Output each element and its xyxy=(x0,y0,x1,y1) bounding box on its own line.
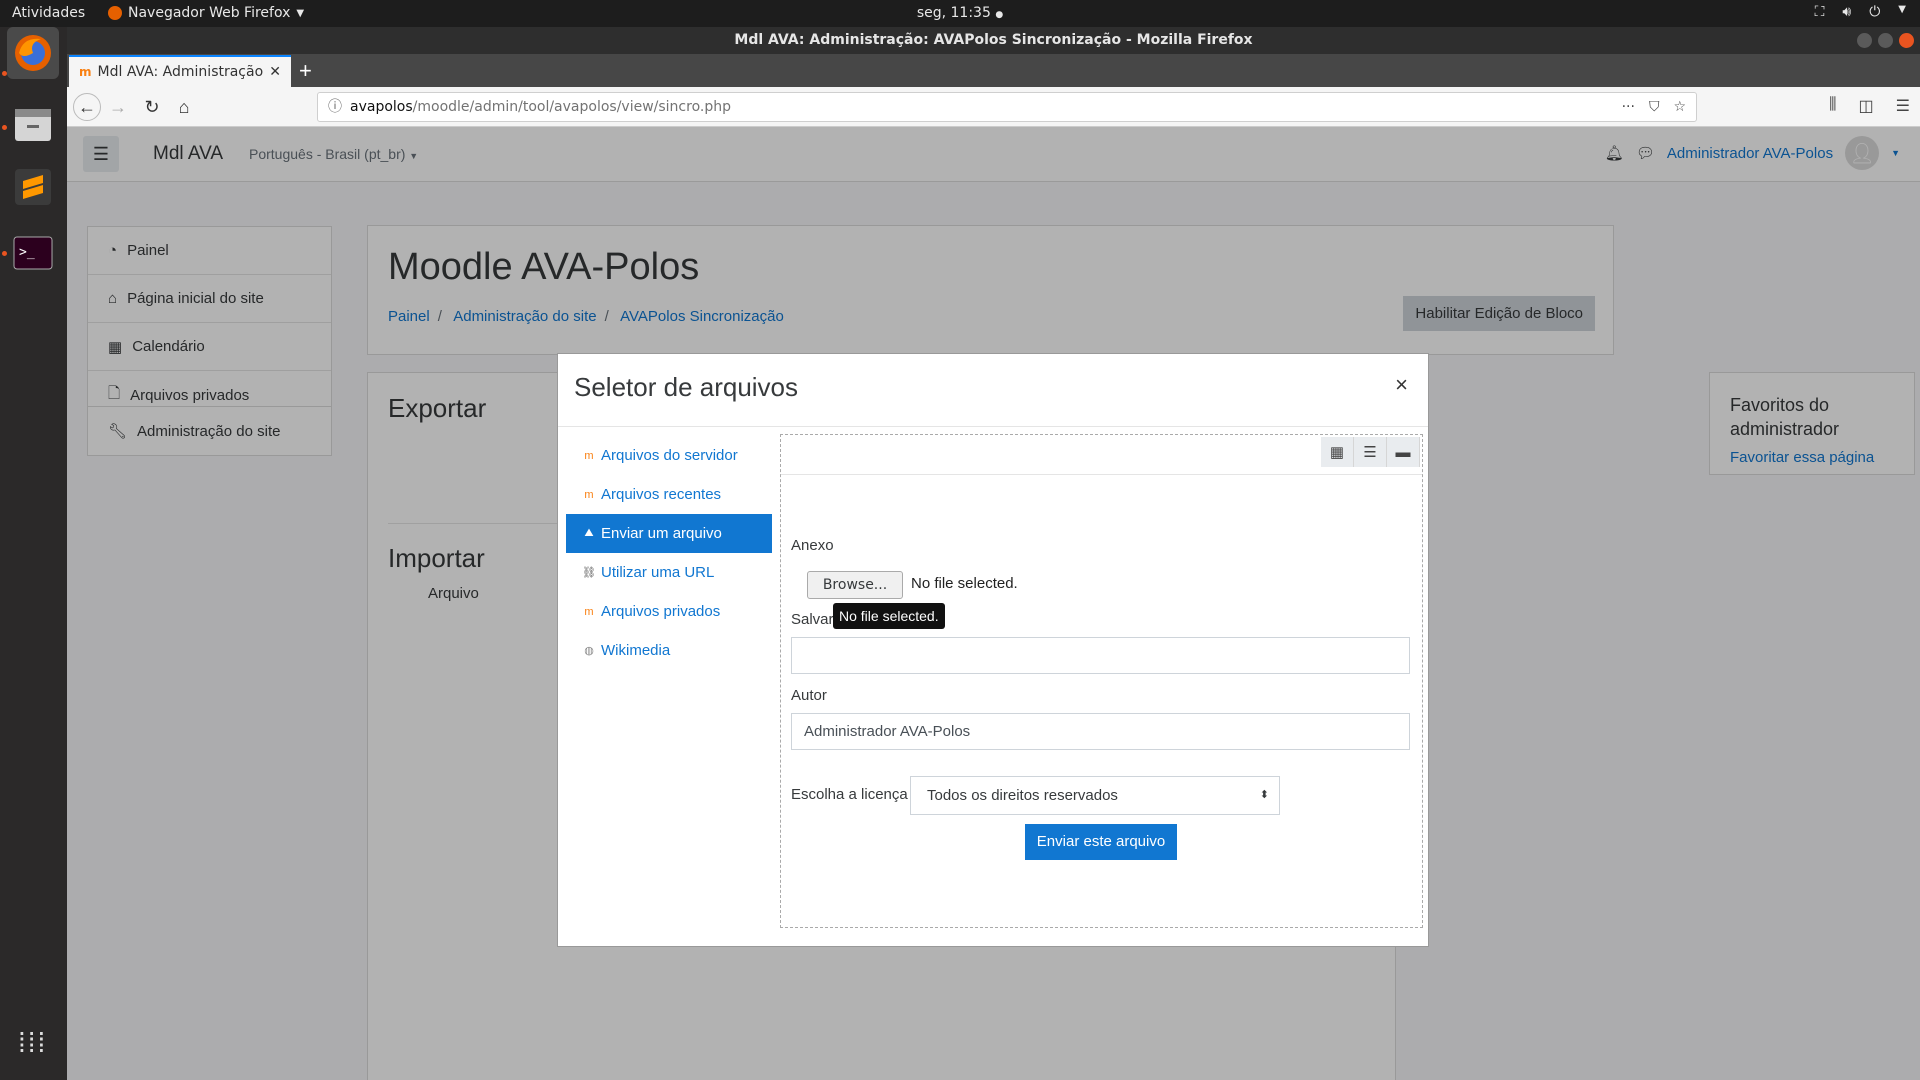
clock[interactable]: seg, 11:35 ● xyxy=(917,5,1003,21)
wikimedia-icon: ◍ xyxy=(584,645,594,657)
repo-upload-file[interactable]: ⛰ Enviar um arquivo xyxy=(566,514,772,553)
bookmark-star-icon[interactable]: ☆ xyxy=(1673,93,1686,121)
file-picker-content: ▦ ☰ ▬ Anexo Browse... No file selected. … xyxy=(780,434,1423,928)
repo-private-files[interactable]: m Arquivos privados xyxy=(566,592,772,631)
window-controls xyxy=(1857,33,1914,48)
moodle-icon: m xyxy=(584,449,594,462)
moodle-icon: m xyxy=(584,488,594,501)
browse-button[interactable]: Browse... xyxy=(807,571,903,599)
activities-button[interactable]: Atividades xyxy=(12,5,85,21)
repo-label: Utilizar uma URL xyxy=(601,564,715,581)
reload-button[interactable]: ↻ xyxy=(139,94,165,120)
folder-view-icon[interactable]: ▬ xyxy=(1387,437,1420,467)
moodle-icon: m xyxy=(584,605,594,618)
library-icon[interactable]: ⫼ xyxy=(1829,96,1836,116)
divider xyxy=(558,426,1428,427)
forward-button[interactable]: → xyxy=(105,94,131,120)
author-input[interactable]: Administrador AVA-Polos xyxy=(791,713,1410,750)
url-actions: ··· ⛉ ☆ xyxy=(1622,93,1686,121)
url-bar[interactable]: ⓘ avapolos/moodle/admin/tool/avapolos/vi… xyxy=(317,92,1697,122)
svg-text:>_: >_ xyxy=(19,245,35,260)
dock: >_ ⁞⁞⁞ xyxy=(0,27,67,1080)
dock-sublime[interactable] xyxy=(7,161,59,213)
dock-terminal[interactable]: >_ xyxy=(7,227,59,279)
pocket-icon[interactable]: ⛉ xyxy=(1649,93,1660,121)
url-icon: ⛓ xyxy=(582,567,596,579)
file-picker-dialog: Seletor de arquivos × m Arquivos do servi… xyxy=(557,353,1429,947)
grid-view-icon[interactable]: ▦ xyxy=(1321,437,1354,467)
app-menu-label: Navegador Web Firefox xyxy=(128,5,291,21)
close-window-icon[interactable] xyxy=(1899,33,1914,48)
chevron-down-icon: ▼ xyxy=(296,7,305,19)
list-view-icon[interactable]: ☰ xyxy=(1354,437,1387,467)
close-tab-icon[interactable]: ✕ xyxy=(269,64,281,80)
system-top-bar: Atividades Navegador Web Firefox ▼ seg, … xyxy=(0,0,1920,27)
firefox-window: Mdl AVA: Administração: AVAPolos Sincron… xyxy=(67,27,1920,1080)
repo-url[interactable]: ⛓ Utilizar uma URL xyxy=(566,553,772,592)
author-label: Autor xyxy=(791,687,827,704)
network-icon[interactable]: ⛶ xyxy=(1815,4,1825,20)
dock-files[interactable] xyxy=(7,99,59,151)
back-button[interactable]: ← xyxy=(73,93,101,121)
no-file-text: No file selected. xyxy=(911,575,1018,592)
window-titlebar: Mdl AVA: Administração: AVAPolos Sincron… xyxy=(67,27,1920,54)
dialog-title: Seletor de arquivos xyxy=(574,372,799,402)
clock-label: seg, 11:35 xyxy=(916,5,991,21)
toolbar-right: ⫼ ◫ ☰ xyxy=(1829,96,1910,116)
menu-icon[interactable]: ☰ xyxy=(1896,96,1910,116)
firefox-icon xyxy=(108,6,122,20)
new-tab-button[interactable]: + xyxy=(299,58,312,84)
license-select[interactable]: Todos os direitos reservados ⬍ xyxy=(910,776,1280,815)
upload-icon: ⛰ xyxy=(584,527,594,539)
save-as-input[interactable] xyxy=(791,637,1410,674)
repository-list: m Arquivos do servidor m Arquivos recentes… xyxy=(566,436,772,670)
system-tray[interactable]: ⛶ 🔊︎ ⏻ ▼ xyxy=(1815,4,1906,20)
files-icon xyxy=(15,109,51,141)
terminal-icon: >_ xyxy=(13,236,53,270)
power-icon[interactable]: ⏻ xyxy=(1869,4,1880,20)
repo-label: Wikimedia xyxy=(601,642,671,659)
app-menu[interactable]: Navegador Web Firefox ▼ xyxy=(108,5,304,21)
url-host: avapolos xyxy=(350,99,413,115)
tab-title: Mdl AVA: Administração xyxy=(97,64,264,80)
navigation-toolbar: ← → ↻ ⌂ ⓘ avapolos/moodle/admin/tool/ava… xyxy=(67,87,1920,127)
license-value: Todos os direitos reservados xyxy=(927,787,1118,804)
tab-bar: m Mdl AVA: Administração ✕ + xyxy=(67,54,1920,87)
minimize-icon[interactable] xyxy=(1857,33,1872,48)
maximize-icon[interactable] xyxy=(1878,33,1893,48)
home-button[interactable]: ⌂ xyxy=(171,94,197,120)
view-switcher: ▦ ☰ ▬ xyxy=(1321,437,1420,467)
upload-file-button[interactable]: Enviar este arquivo xyxy=(1025,824,1177,860)
dock-firefox[interactable] xyxy=(7,27,59,79)
firefox-icon xyxy=(15,35,51,71)
repo-server-files[interactable]: m Arquivos do servidor xyxy=(566,436,772,475)
page-actions-icon[interactable]: ··· xyxy=(1622,93,1635,121)
window-title: Mdl AVA: Administração: AVAPolos Sincron… xyxy=(734,32,1253,48)
repo-wikimedia[interactable]: ◍ Wikimedia xyxy=(566,631,772,670)
attachment-label: Anexo xyxy=(791,537,834,554)
repo-label: Arquivos recentes xyxy=(601,486,722,503)
sublime-text-icon xyxy=(15,169,51,205)
url-path: /moodle/admin/tool/avapolos/view/sincro.… xyxy=(412,99,731,115)
view-toolbar: ▦ ☰ ▬ xyxy=(781,435,1422,475)
sidebar-icon[interactable]: ◫ xyxy=(1859,96,1874,116)
browser-tab[interactable]: m Mdl AVA: Administração ✕ xyxy=(69,55,291,87)
tooltip: No file selected. xyxy=(833,603,945,629)
license-label: Escolha a licença xyxy=(791,786,908,803)
show-apps-icon[interactable]: ⁞⁞⁞ xyxy=(18,1027,47,1059)
notification-dot-icon: ● xyxy=(995,10,1004,20)
select-arrows-icon: ⬍ xyxy=(1259,789,1269,801)
moodle-page: ☰ Mdl AVA Português - Brasil (pt_br) ▼ 🔔… xyxy=(67,127,1920,1080)
repo-label: Enviar um arquivo xyxy=(601,525,722,542)
moodle-favicon-icon: m xyxy=(79,65,92,79)
info-icon[interactable]: ⓘ xyxy=(328,93,342,121)
repo-label: Arquivos do servidor xyxy=(601,447,738,464)
chevron-down-icon[interactable]: ▼ xyxy=(1898,4,1906,20)
close-icon[interactable]: × xyxy=(1395,372,1408,398)
repo-label: Arquivos privados xyxy=(601,603,721,620)
repo-recent-files[interactable]: m Arquivos recentes xyxy=(566,475,772,514)
volume-icon[interactable]: 🔊︎ xyxy=(1842,4,1851,20)
